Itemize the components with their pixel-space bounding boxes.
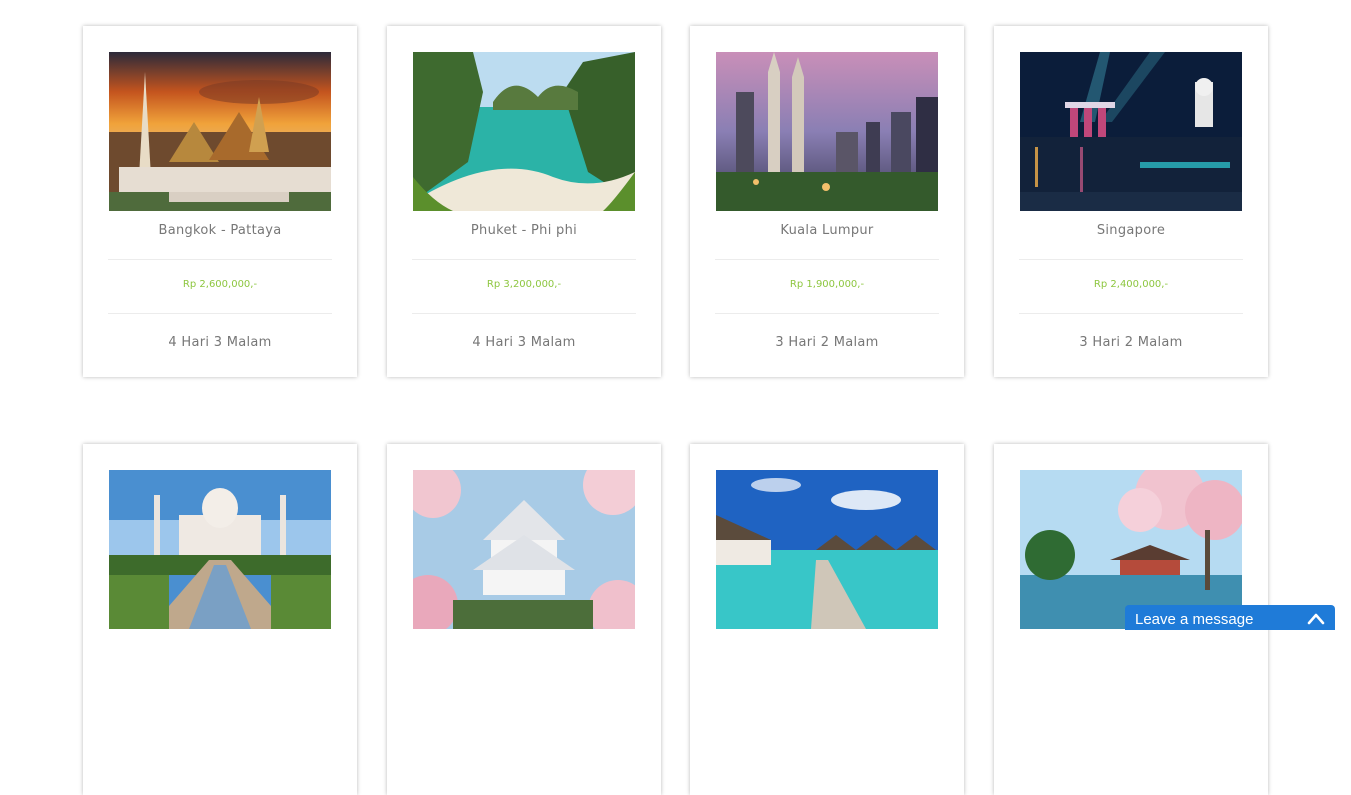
package-duration: 3 Hari 2 Malam	[775, 335, 879, 350]
taj-mahal-photo	[109, 470, 331, 629]
package-card[interactable]	[83, 444, 357, 795]
leave-message-widget[interactable]: Leave a message	[1125, 605, 1335, 630]
package-photo-link[interactable]	[413, 470, 635, 629]
chevron-up-icon[interactable]	[1307, 611, 1325, 625]
package-price: Rp 2,400,000,-	[1093, 279, 1169, 290]
package-duration: 4 Hari 3 Malam	[472, 335, 576, 350]
bangkok-temple-photo	[109, 52, 331, 211]
package-price: Rp 1,900,000,-	[789, 279, 865, 290]
package-grid: Bangkok - Pattaya Rp 2,600,000,- 4 Hari …	[0, 0, 1351, 795]
package-card[interactable]: Phuket - Phi phi Rp 3,200,000,- 4 Hari 3…	[387, 26, 661, 377]
package-photo-link[interactable]	[413, 52, 635, 211]
package-card[interactable]: Kuala Lumpur Rp 1,900,000,- 3 Hari 2 Mal…	[690, 26, 964, 377]
package-name[interactable]: Phuket - Phi phi	[387, 223, 661, 238]
package-price: Rp 2,600,000,-	[182, 279, 258, 290]
package-name[interactable]: Bangkok - Pattaya	[83, 223, 357, 238]
divider	[108, 259, 332, 260]
package-card[interactable]	[690, 444, 964, 795]
package-photo-link[interactable]	[716, 470, 938, 629]
package-photo-link[interactable]	[716, 52, 938, 211]
kuala-lumpur-skyline-photo	[716, 52, 938, 211]
divider	[412, 313, 636, 314]
package-duration: 3 Hari 2 Malam	[1079, 335, 1183, 350]
package-name[interactable]: Kuala Lumpur	[690, 223, 964, 238]
divider	[715, 259, 939, 260]
package-photo-link[interactable]	[1020, 52, 1242, 211]
divider	[1019, 259, 1243, 260]
divider	[715, 313, 939, 314]
divider	[1019, 313, 1243, 314]
chat-label[interactable]: Leave a message	[1135, 611, 1253, 628]
maldives-villas-photo	[716, 470, 938, 629]
package-photo-link[interactable]	[109, 52, 331, 211]
package-name[interactable]: Singapore	[994, 223, 1268, 238]
package-card[interactable]: Singapore Rp 2,400,000,- 3 Hari 2 Malam	[994, 26, 1268, 377]
divider	[108, 313, 332, 314]
package-price: Rp 3,200,000,-	[486, 279, 562, 290]
singapore-marina-photo	[1020, 52, 1242, 211]
divider	[412, 259, 636, 260]
phi-phi-bay-photo	[413, 52, 635, 211]
japan-castle-sakura-photo	[413, 470, 635, 629]
package-duration: 4 Hari 3 Malam	[168, 335, 272, 350]
package-photo-link[interactable]	[109, 470, 331, 629]
package-card[interactable]	[387, 444, 661, 795]
package-card[interactable]: Bangkok - Pattaya Rp 2,600,000,- 4 Hari …	[83, 26, 357, 377]
